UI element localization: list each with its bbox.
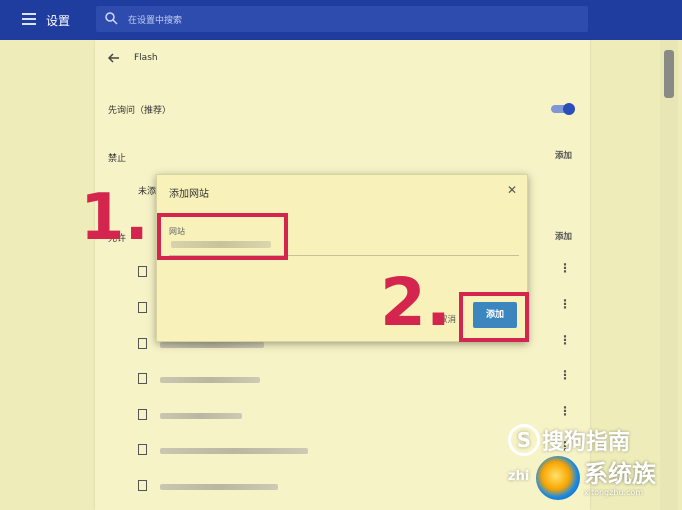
more-vertical-icon[interactable]: ⋮ [559,334,571,346]
scrollbar-thumb[interactable] [664,50,674,98]
flash-header: Flash [108,52,158,64]
block-section-label: 禁止 [108,154,127,164]
ask-first-toggle[interactable] [551,103,575,115]
step2-number: 2. [380,264,451,341]
more-vertical-icon[interactable]: ⋮ [559,298,571,310]
site-url-redacted [160,413,242,419]
more-vertical-icon[interactable]: ⋮ [559,369,571,381]
sogou-logo-icon: S [508,424,540,456]
site-url-redacted [160,448,308,454]
site-url-redacted [160,484,278,490]
sogou-watermark: S 搜狗指南 [508,424,630,456]
menu-icon[interactable] [22,13,36,25]
file-icon [138,302,147,313]
sogou-brand-text: 搜狗指南 [542,430,631,455]
step1-number: 1. [80,181,149,255]
file-icon [138,444,147,455]
allow-list-item[interactable]: ⋮ [138,369,578,389]
scrollbar-track[interactable] [660,40,678,510]
block-add-button[interactable]: 添加 [555,149,572,161]
watermark-url-partial: zhi [508,469,530,484]
allow-list-item[interactable]: ⋮ [138,405,578,425]
search-icon [105,12,118,25]
file-icon [138,338,147,349]
file-icon [138,480,147,491]
more-vertical-icon[interactable]: ⋮ [559,262,571,274]
file-icon [138,409,147,420]
site-url-watermark: xitongzhu.com [584,488,644,497]
site-url-redacted [160,342,264,348]
search-placeholder: 在设置中搜索 [128,16,183,26]
close-icon[interactable]: ✕ [507,183,517,197]
step1-highlight-box [157,213,288,260]
page-title: 设置 [46,14,71,28]
site-url-redacted [160,377,260,383]
xitongzu-logo-icon [536,456,580,500]
allow-add-button[interactable]: 添加 [555,230,572,242]
more-vertical-icon[interactable]: ⋮ [559,405,571,417]
flash-title: Flash [134,53,158,63]
file-icon [138,266,147,277]
back-arrow-icon[interactable] [108,52,120,64]
file-icon [138,373,147,384]
search-input[interactable]: 在设置中搜索 [96,6,588,32]
dialog-title: 添加网站 [169,189,209,200]
top-bar: 设置 在设置中搜索 [0,0,682,40]
step2-highlight-box [459,292,529,342]
ask-first-label: 先询问（推荐） [108,106,172,116]
site-name-watermark: 系统族 [584,460,656,488]
